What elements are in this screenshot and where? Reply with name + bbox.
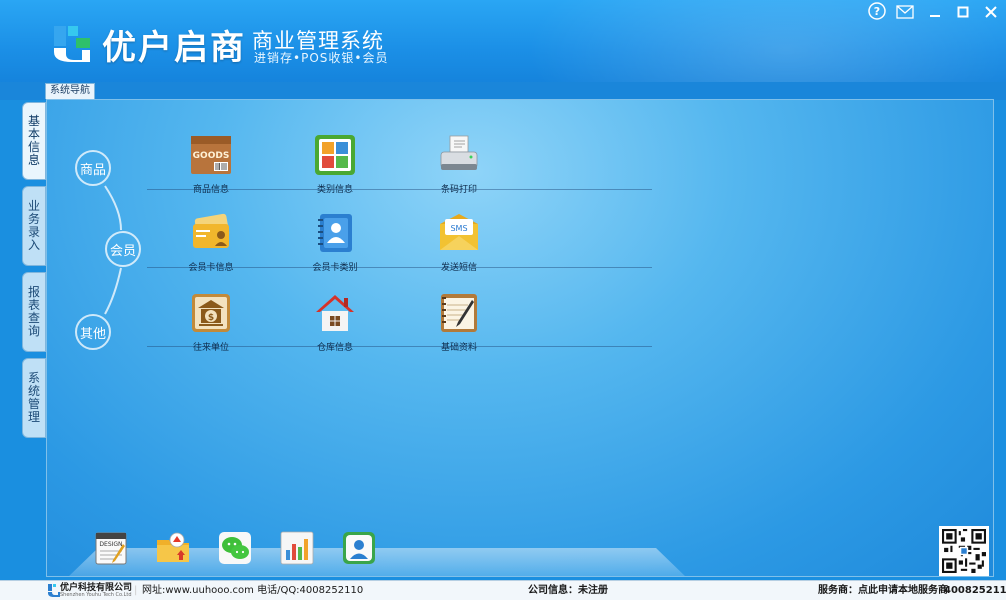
tile-member-card-info[interactable]: 会员卡信息 bbox=[171, 212, 251, 273]
circle-nav-goods[interactable]: 商品 bbox=[75, 150, 111, 186]
design-label: DESIGN bbox=[99, 541, 122, 548]
main-panel: 商品 会员 其他 GOODS 商品信息 类别信息 条码打印 会员卡信息 会员卡类… bbox=[46, 99, 994, 577]
service-provider-link[interactable]: 服务商：点此申请本地服务商 bbox=[818, 581, 948, 600]
company-name-en: Shenzhen Youhu Tech Co.Ltd bbox=[60, 592, 132, 598]
side-tab-business-entry[interactable]: 业务录入 bbox=[22, 186, 46, 266]
side-tab-label: 系统管理 bbox=[28, 371, 41, 424]
warehouse-house-icon bbox=[316, 295, 354, 331]
sms-envelope-icon: SMS bbox=[440, 214, 478, 250]
goods-box-icon: GOODS bbox=[191, 136, 231, 174]
dock-bar-chart-icon[interactable] bbox=[279, 530, 315, 566]
help-icon: ? bbox=[868, 2, 886, 20]
dock-design-notepad-icon[interactable]: DESIGN bbox=[93, 530, 129, 566]
svg-text:$: $ bbox=[208, 313, 214, 323]
website-phone[interactable]: 网址:www.uuhooo.com 电话/QQ:4008252110 bbox=[142, 581, 363, 600]
mail-icon bbox=[896, 5, 914, 19]
sms-label: SMS bbox=[450, 224, 467, 233]
svg-text:?: ? bbox=[874, 5, 880, 18]
tile-barcode-print[interactable]: 条码打印 bbox=[419, 134, 499, 195]
tab-strip bbox=[0, 82, 1006, 100]
barcode-printer-icon bbox=[440, 135, 478, 170]
side-tab-report-query[interactable]: 报表查询 bbox=[22, 272, 46, 352]
circle-nav-member[interactable]: 会员 bbox=[105, 231, 141, 267]
notepad-pen-icon bbox=[441, 294, 477, 332]
message-button[interactable] bbox=[894, 2, 916, 22]
service-phone: 4008252110 bbox=[944, 585, 1006, 596]
minimize-icon bbox=[930, 15, 940, 17]
brand-name: 优户启商 bbox=[102, 28, 246, 68]
status-separator: | bbox=[134, 585, 138, 596]
dock-folder-upload-icon[interactable] bbox=[155, 530, 191, 566]
tile-member-card-category[interactable]: 会员卡类别 bbox=[295, 212, 375, 273]
help-button[interactable]: ? bbox=[866, 1, 888, 21]
row-divider bbox=[147, 346, 652, 347]
title-bar: 优户启商 商业管理系统 进销存•POS收银•会员 ? bbox=[0, 0, 1006, 84]
row-divider bbox=[147, 267, 652, 268]
tab-system-navigation[interactable]: 系统导航 bbox=[45, 83, 95, 99]
status-bar: 优户科技有限公司 Shenzhen Youhu Tech Co.Ltd | 网址… bbox=[0, 580, 1006, 600]
close-button[interactable] bbox=[980, 2, 1002, 22]
side-tab-label: 报表查询 bbox=[28, 285, 41, 338]
close-icon bbox=[985, 6, 997, 18]
side-tab-system-management[interactable]: 系统管理 bbox=[22, 358, 46, 438]
tile-send-sms[interactable]: SMS 发送短信 bbox=[419, 212, 499, 273]
tile-warehouse-info[interactable]: 仓库信息 bbox=[295, 292, 375, 353]
side-tab-basic-info[interactable]: 基本信息 bbox=[22, 102, 46, 180]
tile-goods-info[interactable]: GOODS 商品信息 bbox=[171, 134, 251, 195]
dock-wechat-icon[interactable] bbox=[217, 530, 253, 566]
company-logo-icon bbox=[48, 584, 60, 597]
tile-category-info[interactable]: 类别信息 bbox=[295, 134, 375, 195]
dock-contact-icon[interactable] bbox=[341, 530, 377, 566]
minimize-button[interactable] bbox=[924, 2, 946, 22]
tile-business-partners[interactable]: $ 往来单位 bbox=[171, 292, 251, 353]
member-card-icon bbox=[193, 213, 230, 248]
maximize-button[interactable] bbox=[952, 2, 974, 22]
bank-dollar-icon: $ bbox=[192, 294, 230, 332]
maximize-icon bbox=[957, 6, 969, 18]
row-divider bbox=[147, 189, 652, 190]
goods-label: GOODS bbox=[193, 151, 230, 161]
app-logo-icon bbox=[54, 26, 90, 62]
qr-code-icon bbox=[939, 526, 989, 576]
category-grid-icon bbox=[315, 135, 355, 175]
circle-nav-other[interactable]: 其他 bbox=[75, 314, 111, 350]
company-info: 公司信息：未注册 bbox=[528, 585, 608, 596]
tile-basic-data[interactable]: 基础资料 bbox=[419, 292, 499, 353]
system-subtitle: 进销存•POS收银•会员 bbox=[254, 51, 389, 65]
contact-book-icon bbox=[318, 214, 352, 252]
side-tab-label: 基本信息 bbox=[28, 114, 41, 167]
side-tab-label: 业务录入 bbox=[28, 199, 41, 252]
